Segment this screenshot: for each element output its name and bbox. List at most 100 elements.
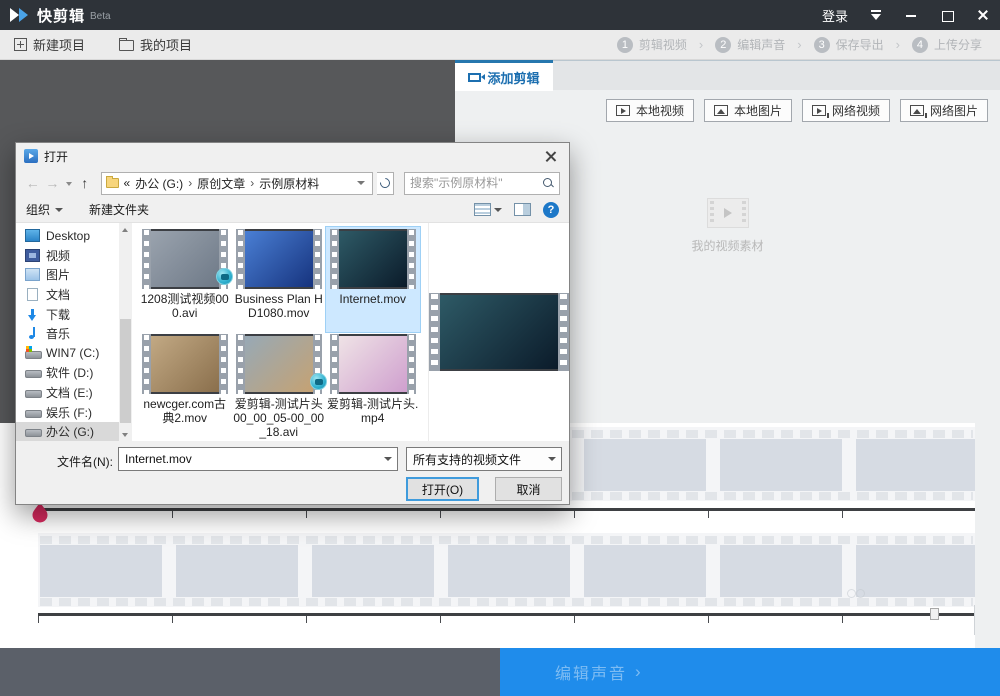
open-button[interactable]: 打开(O) bbox=[406, 477, 479, 501]
scroll-down-icon[interactable] bbox=[119, 428, 132, 441]
sidebar-scrollbar[interactable] bbox=[119, 223, 132, 441]
refresh-button[interactable] bbox=[377, 172, 394, 195]
edit-sound-label: 编辑声音 bbox=[555, 660, 627, 684]
cancel-button[interactable]: 取消 bbox=[495, 477, 562, 501]
file-item[interactable]: Internet.mov bbox=[326, 227, 420, 332]
filmstrip-rail bbox=[330, 334, 339, 394]
file-list: 1208测试视频000.avi Business Plan HD1080.mov bbox=[132, 223, 428, 441]
timeline-track-2[interactable] bbox=[38, 533, 975, 607]
preview-pane-icon[interactable] bbox=[514, 203, 531, 216]
workflow-step[interactable]: 2 编辑声音 bbox=[715, 36, 785, 53]
file-item[interactable]: newcger.com古典2.mov bbox=[138, 332, 232, 437]
minimize-button[interactable] bbox=[904, 8, 918, 22]
dialog-close-icon[interactable] bbox=[533, 144, 569, 169]
refresh-icon bbox=[378, 176, 392, 190]
sidebar-item[interactable]: 音乐 bbox=[16, 324, 119, 344]
sidebar-item[interactable]: 软件 (D:) bbox=[16, 363, 119, 383]
sidebar-item-icon bbox=[25, 327, 40, 340]
sidebar-item[interactable]: 文档 bbox=[16, 285, 119, 305]
filmstrip-rail bbox=[407, 229, 416, 289]
new-project-button[interactable]: 新建项目 bbox=[14, 35, 85, 54]
maximize-button[interactable] bbox=[940, 8, 954, 22]
file-item[interactable]: 爱剪辑-测试片头00_00_05-00_00_18.avi bbox=[232, 332, 326, 437]
sidebar-item-icon bbox=[27, 288, 38, 301]
up-arrow-icon[interactable]: ↑ bbox=[77, 175, 93, 191]
sidebar-item[interactable]: 办公 (G:) bbox=[16, 422, 119, 442]
address-dropdown-icon[interactable] bbox=[354, 176, 368, 190]
scissors-icon bbox=[845, 585, 867, 599]
history-dropdown-icon[interactable] bbox=[64, 178, 73, 188]
filmstrip-rail bbox=[407, 334, 416, 394]
film-frame bbox=[584, 545, 706, 597]
sidebar-item-label: 下载 bbox=[46, 306, 70, 323]
folder-icon bbox=[119, 40, 134, 51]
step-label: 剪辑视频 bbox=[639, 36, 687, 53]
dialog-command-bar: 组织 新建文件夹 ? bbox=[16, 197, 569, 223]
sidebar-item-icon bbox=[25, 366, 40, 379]
chevron-right-icon: › bbox=[635, 662, 641, 682]
app-title: 快剪辑 bbox=[37, 5, 85, 26]
media-source-button[interactable]: 本地图片 bbox=[704, 99, 792, 122]
media-source-label: 网络图片 bbox=[930, 102, 978, 119]
tab-add-clip[interactable]: 添加剪辑 bbox=[455, 60, 553, 91]
file-item[interactable]: Business Plan HD1080.mov bbox=[232, 227, 326, 332]
breadcrumb-item[interactable]: 原创文章 › bbox=[197, 175, 254, 192]
scroll-up-icon[interactable] bbox=[119, 223, 132, 236]
filmstrip-rail bbox=[142, 334, 151, 394]
media-source-button[interactable]: 网络视频 bbox=[802, 99, 890, 122]
filename-input[interactable] bbox=[119, 452, 379, 466]
view-mode-button[interactable] bbox=[474, 203, 502, 216]
sidebar-item[interactable]: WIN7 (C:) bbox=[16, 344, 119, 364]
video-camera-icon bbox=[468, 73, 481, 82]
search-icon[interactable] bbox=[542, 177, 554, 189]
media-source-icon bbox=[910, 105, 924, 116]
sidebar-item[interactable]: 娱乐 (F:) bbox=[16, 402, 119, 422]
sidebar-item[interactable]: 文档 (E:) bbox=[16, 383, 119, 403]
help-icon[interactable]: ? bbox=[543, 202, 559, 218]
workflow-step[interactable]: 3 保存导出 bbox=[814, 36, 884, 53]
file-item[interactable]: 1208测试视频000.avi bbox=[138, 227, 232, 332]
sidebar-item-label: 视频 bbox=[46, 247, 70, 264]
breadcrumb-item[interactable]: 示例原材料 › bbox=[259, 175, 319, 192]
file-name: Internet.mov bbox=[339, 292, 406, 306]
close-button[interactable] bbox=[976, 8, 990, 22]
timeline-slider-handle[interactable] bbox=[930, 608, 939, 620]
workflow-step[interactable]: 4 上传分享 bbox=[912, 36, 982, 53]
sidebar-item[interactable]: Desktop bbox=[16, 226, 119, 246]
sidebar-item[interactable]: 图片 bbox=[16, 265, 119, 285]
back-arrow-icon[interactable]: ← bbox=[25, 175, 41, 191]
thumbnail-image bbox=[339, 334, 407, 394]
sidebar-item[interactable]: 视频 bbox=[16, 246, 119, 266]
playhead-icon[interactable] bbox=[32, 502, 48, 523]
login-button[interactable]: 登录 bbox=[822, 6, 848, 25]
file-thumbnail bbox=[142, 334, 228, 394]
edit-sound-button[interactable]: 编辑声音 › bbox=[500, 648, 1000, 696]
places-sidebar: Desktop 视频 图片 文档 下载 音乐 bbox=[16, 223, 119, 441]
file-thumbnail bbox=[236, 334, 322, 394]
my-projects-button[interactable]: 我的项目 bbox=[119, 35, 192, 54]
workflow-step[interactable]: 1 剪辑视频 bbox=[617, 36, 687, 53]
bottom-bar-left bbox=[0, 648, 500, 696]
search-input[interactable] bbox=[410, 176, 542, 190]
film-frame bbox=[40, 545, 162, 597]
sidebar-item[interactable]: 下载 bbox=[16, 304, 119, 324]
filename-dropdown-icon[interactable] bbox=[379, 448, 397, 470]
forward-arrow-icon[interactable]: → bbox=[45, 175, 61, 191]
organize-label: 组织 bbox=[26, 201, 50, 218]
filetype-dropdown-icon bbox=[543, 448, 561, 470]
new-folder-button[interactable]: 新建文件夹 bbox=[89, 201, 149, 218]
breadcrumb-item[interactable]: 办公 (G:) › bbox=[135, 175, 192, 192]
address-bar[interactable]: « 办公 (G:) › 原创文章 › 示例原材料 › bbox=[101, 172, 373, 195]
filetype-select[interactable]: 所有支持的视频文件 bbox=[406, 447, 562, 471]
media-source-button[interactable]: 网络图片 bbox=[900, 99, 988, 122]
menu-icon[interactable] bbox=[870, 10, 882, 20]
film-frame bbox=[720, 545, 842, 597]
filmstrip-rail bbox=[313, 229, 322, 289]
media-source-buttons: 本地视频 本地图片 网络视频 网络图片 bbox=[606, 99, 988, 122]
media-source-button[interactable]: 本地视频 bbox=[606, 99, 694, 122]
organize-menu[interactable]: 组织 bbox=[26, 201, 63, 218]
film-frame bbox=[584, 439, 706, 491]
file-item[interactable]: 爱剪辑-测试片头.mp4 bbox=[326, 332, 420, 437]
scrollbar-thumb[interactable] bbox=[120, 319, 131, 423]
file-thumbnail bbox=[330, 334, 416, 394]
